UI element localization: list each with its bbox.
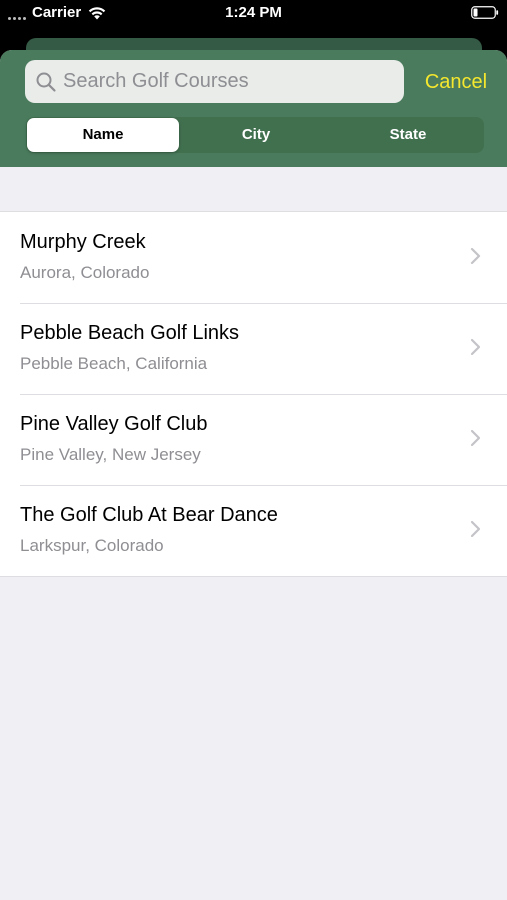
- course-name: The Golf Club At Bear Dance: [20, 504, 278, 526]
- course-name: Murphy Creek: [20, 231, 146, 253]
- chevron-right-icon: [470, 429, 481, 447]
- scope-segmented-control: Name City State: [26, 117, 484, 153]
- status-time: 1:24 PM: [225, 4, 282, 21]
- chevron-right-icon: [470, 338, 481, 356]
- chevron-right-icon: [470, 247, 481, 265]
- course-location: Pebble Beach, California: [20, 354, 208, 373]
- course-name: Pebble Beach Golf Links: [20, 322, 240, 344]
- course-location: Larkspur, Colorado: [20, 536, 164, 555]
- course-list: Murphy Creek Aurora, Colorado Pebble Bea…: [0, 211, 507, 577]
- segment-name[interactable]: Name: [27, 118, 179, 152]
- search-icon: [36, 72, 56, 92]
- screen: Carrier 1:24 PM Cancel: [0, 0, 507, 900]
- search-sheet: Cancel Name City State Murphy Creek Auro…: [0, 50, 507, 900]
- search-input[interactable]: [63, 63, 383, 100]
- list-item[interactable]: Pebble Beach Golf Links Pebble Beach, Ca…: [0, 303, 507, 394]
- course-location: Pine Valley, New Jersey: [20, 445, 201, 464]
- cancel-button[interactable]: Cancel: [412, 65, 500, 97]
- chevron-right-icon: [470, 520, 481, 538]
- course-location: Aurora, Colorado: [20, 263, 150, 282]
- battery-icon: [471, 6, 499, 19]
- segment-city[interactable]: City: [180, 117, 332, 153]
- status-bar: Carrier 1:24 PM: [0, 0, 507, 26]
- list-item[interactable]: Murphy Creek Aurora, Colorado: [0, 212, 507, 303]
- search-header: Cancel Name City State: [0, 50, 507, 167]
- search-bar[interactable]: [25, 60, 404, 103]
- list-item[interactable]: The Golf Club At Bear Dance Larkspur, Co…: [0, 485, 507, 576]
- list-item[interactable]: Pine Valley Golf Club Pine Valley, New J…: [0, 394, 507, 485]
- segment-state[interactable]: State: [332, 117, 484, 153]
- course-name: Pine Valley Golf Club: [20, 413, 208, 435]
